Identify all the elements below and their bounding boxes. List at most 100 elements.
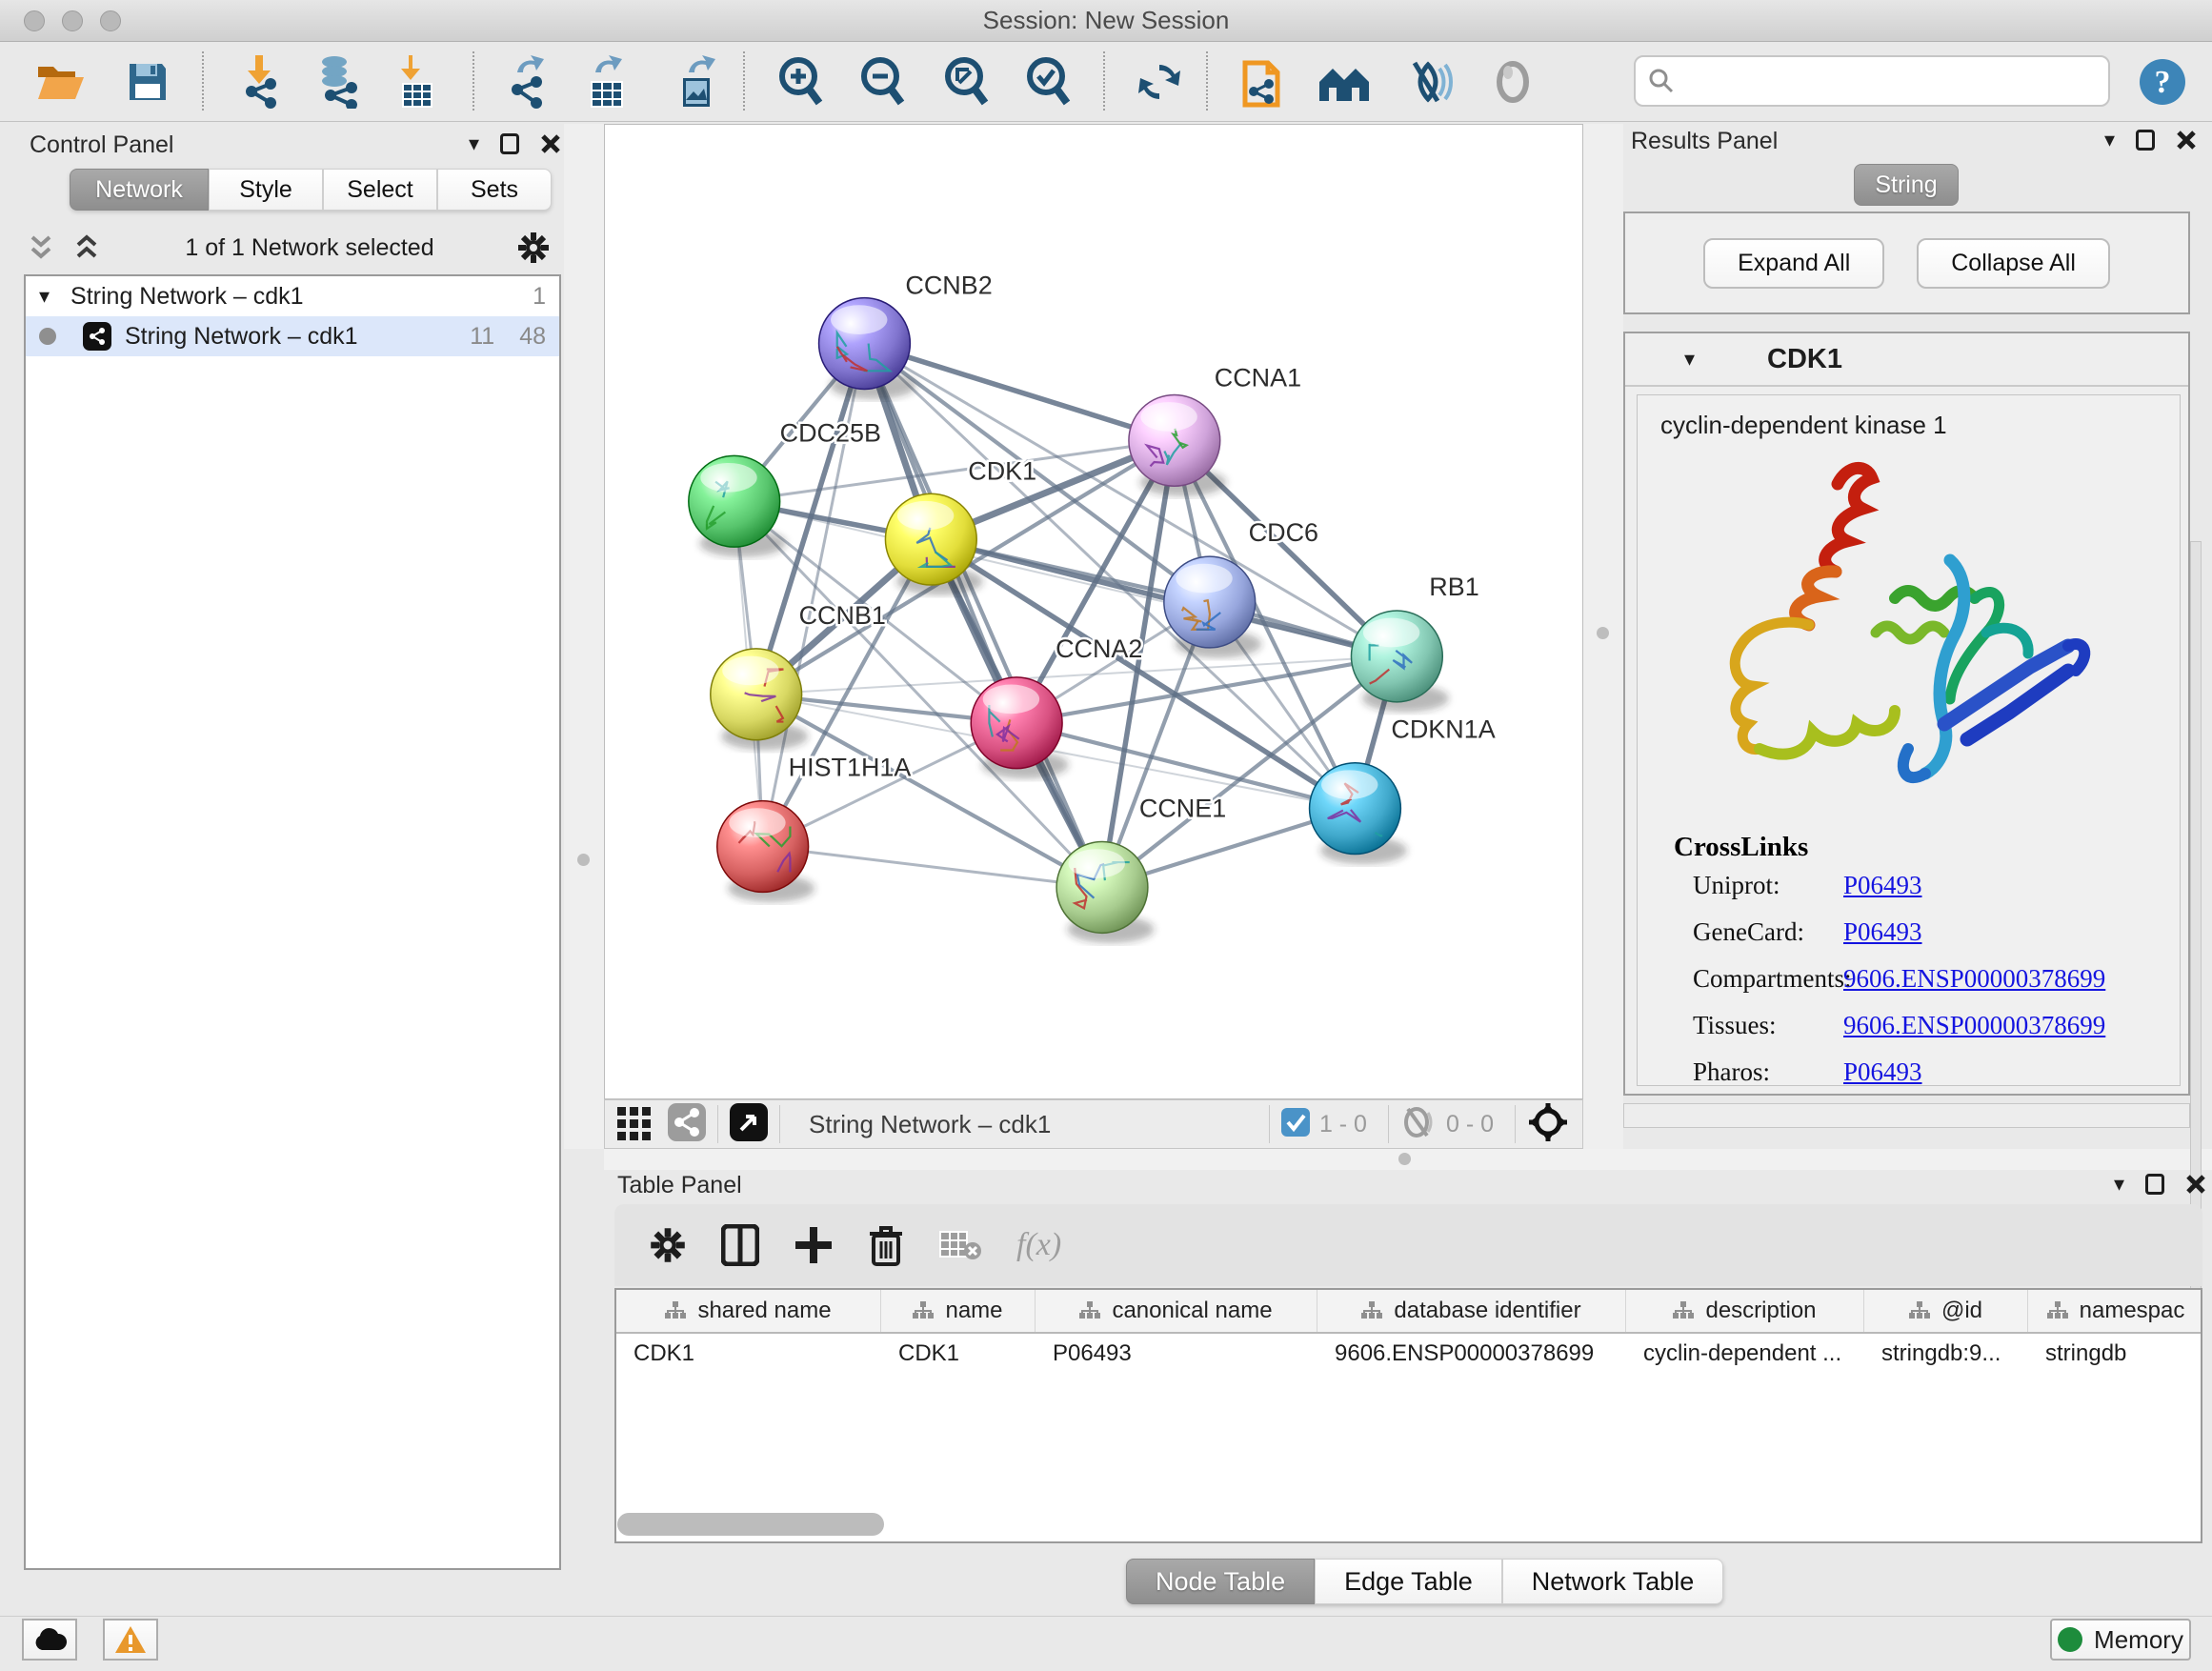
delete-column-icon[interactable] (868, 1224, 904, 1266)
tab-edge-table[interactable]: Edge Table (1315, 1559, 1502, 1604)
column-header-name[interactable]: name (881, 1290, 1036, 1332)
expand-all-chevron-icon[interactable] (70, 233, 103, 262)
close-panel-icon[interactable] (540, 133, 561, 154)
table-cell[interactable]: stringdb (2028, 1340, 2202, 1367)
export-image-icon[interactable] (672, 55, 725, 109)
import-network-database-icon[interactable] (312, 55, 365, 109)
scrollbar-thumb[interactable] (617, 1513, 884, 1536)
maximize-window-button[interactable] (100, 10, 121, 31)
close-panel-icon[interactable] (2185, 1174, 2206, 1195)
grid-view-icon[interactable] (616, 1097, 653, 1151)
node-CCNE1[interactable] (1056, 842, 1148, 934)
collapse-all-button[interactable]: Collapse All (1917, 238, 2110, 289)
zoom-fit-icon[interactable] (939, 55, 993, 109)
collection-expander-icon[interactable]: ▾ (39, 286, 50, 307)
node-CCNB1[interactable] (711, 649, 802, 740)
string-network-graph[interactable]: CCNB2CCNA1CDC25BCDK1CDC6RB1CCNB1CCNA2CDK… (605, 125, 1582, 1098)
node-CDKN1A[interactable] (1310, 763, 1401, 855)
zoom-in-icon[interactable] (774, 55, 827, 109)
column-header-description[interactable]: description (1626, 1290, 1864, 1332)
birds-eye-view-icon[interactable] (730, 1103, 768, 1146)
network-options-gear-icon[interactable] (516, 231, 551, 265)
maximize-panel-icon[interactable] (2136, 130, 2155, 151)
crosslink-link[interactable]: 9606.ENSP00000378699 (1843, 1011, 2105, 1040)
zoom-out-icon[interactable] (855, 55, 909, 109)
table-row[interactable]: CDK1CDK1P064939606.ENSP00000378699cyclin… (616, 1334, 2201, 1374)
crosslink-link[interactable]: P06493 (1843, 871, 1922, 900)
column-header-shared-name[interactable]: shared name (616, 1290, 881, 1332)
node-CCNA1[interactable] (1129, 394, 1220, 486)
edge-HIST1H1A-CCNE1[interactable] (763, 847, 1102, 888)
crosslink-link[interactable]: P06493 (1843, 1057, 1922, 1087)
fit-selected-crosshair-icon[interactable] (1527, 1101, 1569, 1148)
export-network-icon[interactable] (502, 55, 555, 109)
string-home-icon[interactable] (1317, 55, 1371, 109)
close-panel-icon[interactable] (2176, 130, 2197, 151)
column-header-namespac[interactable]: namespac (2028, 1290, 2202, 1332)
maximize-panel-icon[interactable] (2145, 1174, 2164, 1195)
expand-all-button[interactable]: Expand All (1703, 238, 1884, 289)
entry-expander-icon[interactable]: ▾ (1684, 349, 1695, 370)
column-header-canonical-name[interactable]: canonical name (1036, 1290, 1317, 1332)
table-cell[interactable]: cyclin-dependent ... (1626, 1340, 1864, 1367)
edge-CCNB2-CCNE1[interactable] (864, 344, 1102, 888)
node-CDK1[interactable] (885, 493, 976, 585)
network-collection-row[interactable]: ▾ String Network – cdk1 1 (26, 276, 559, 316)
help-icon[interactable]: ? (2136, 55, 2189, 109)
zoom-selected-icon[interactable] (1021, 55, 1075, 109)
table-options-gear-icon[interactable] (649, 1226, 687, 1264)
node-HIST1H1A[interactable] (717, 801, 809, 893)
enhanced-graphics-icon[interactable] (1401, 55, 1455, 109)
tab-network-table[interactable]: Network Table (1502, 1559, 1724, 1604)
node-RB1[interactable] (1351, 611, 1442, 702)
right-splitter[interactable] (1583, 124, 1623, 1149)
horizontal-splitter[interactable] (604, 1149, 2212, 1170)
table-horizontal-scrollbar[interactable] (617, 1513, 2199, 1538)
string-view-icon[interactable] (668, 1103, 706, 1146)
node-CDC6[interactable] (1164, 556, 1256, 648)
column-header-database-identifier[interactable]: database identifier (1317, 1290, 1626, 1332)
add-column-icon[interactable] (794, 1225, 834, 1265)
open-session-icon[interactable] (33, 55, 87, 109)
float-panel-icon[interactable]: ▾ (2114, 1174, 2124, 1195)
close-window-button[interactable] (24, 10, 45, 31)
search-box[interactable] (1634, 55, 2110, 107)
show-details-eye-icon[interactable] (1486, 55, 1539, 109)
tab-node-table[interactable]: Node Table (1126, 1559, 1315, 1604)
left-splitter[interactable] (564, 124, 604, 1149)
crosslink-link[interactable]: P06493 (1843, 917, 1922, 947)
tab-string[interactable]: String (1854, 164, 1959, 206)
memory-button[interactable]: Memory (2050, 1619, 2191, 1661)
cloud-button[interactable] (22, 1619, 77, 1661)
import-network-file-icon[interactable] (234, 55, 288, 109)
search-input[interactable] (1676, 68, 2076, 94)
collapse-all-chevron-icon[interactable] (25, 233, 57, 262)
minimize-window-button[interactable] (62, 10, 83, 31)
hidden-eye-icon[interactable] (1400, 1107, 1437, 1142)
column-header-@id[interactable]: @id (1864, 1290, 2028, 1332)
delete-table-icon[interactable] (938, 1228, 982, 1262)
table-cell[interactable]: CDK1 (881, 1340, 1036, 1367)
share-document-icon[interactable] (1236, 55, 1289, 109)
float-panel-icon[interactable]: ▾ (469, 133, 479, 154)
warning-button[interactable] (103, 1619, 158, 1661)
function-builder-icon[interactable]: f(x) (1016, 1227, 1061, 1263)
node-CDC25B[interactable] (689, 455, 780, 547)
crosslink-link[interactable]: 9606.ENSP00000378699 (1843, 964, 2105, 994)
table-cell[interactable]: 9606.ENSP00000378699 (1317, 1340, 1626, 1367)
show-columns-icon[interactable] (721, 1224, 759, 1266)
node-CCNB2[interactable] (819, 298, 911, 390)
import-table-file-icon[interactable] (390, 55, 443, 109)
save-session-icon[interactable] (121, 55, 174, 109)
tab-select[interactable]: Select (323, 169, 437, 211)
network-canvas[interactable]: CCNB2CCNA1CDC25BCDK1CDC6RB1CCNB1CCNA2CDK… (604, 124, 1583, 1099)
node-entry-header[interactable]: ▾ CDK1 (1625, 333, 2188, 387)
edge-CCNA1-CDC25B[interactable] (734, 440, 1175, 501)
float-panel-icon[interactable]: ▾ (2104, 130, 2115, 151)
table-cell[interactable]: CDK1 (616, 1340, 881, 1367)
node-CCNA2[interactable] (971, 677, 1062, 769)
results-horizontal-scrollbar[interactable] (1623, 1103, 2190, 1128)
tab-sets[interactable]: Sets (437, 169, 552, 211)
tab-style[interactable]: Style (209, 169, 323, 211)
selected-checkbox-icon[interactable] (1281, 1108, 1310, 1141)
